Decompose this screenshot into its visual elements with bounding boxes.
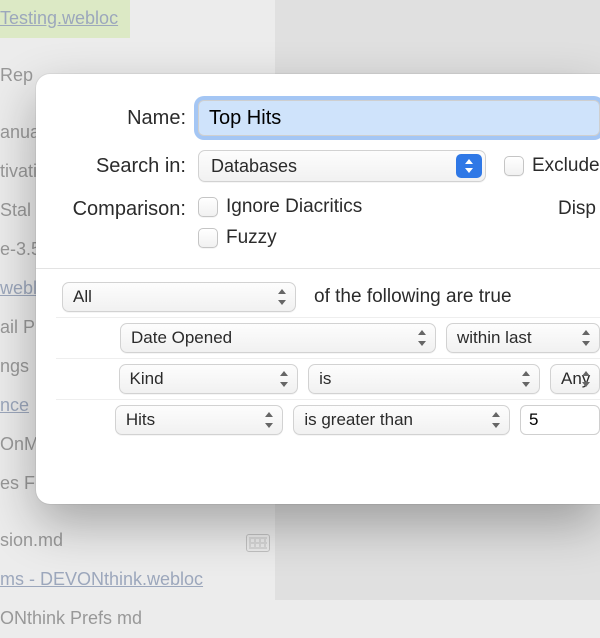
rule-row: Kind is Any: [56, 359, 600, 400]
rule-editor: All of the following are true Date Opene…: [56, 277, 600, 440]
keyboard-icon: [246, 534, 270, 552]
comparison-label: Comparison:: [56, 196, 198, 221]
rule-op-popup[interactable]: is: [308, 364, 540, 394]
rule-field-popup[interactable]: Date Opened: [120, 323, 436, 353]
display-label: Disp: [558, 196, 600, 220]
updown-icon: [521, 371, 531, 387]
rule-row: Date Opened within last: [56, 318, 600, 359]
name-label: Name:: [56, 107, 198, 130]
updown-icon: [277, 289, 287, 305]
ignore-diacritics-label: Ignore Diacritics: [226, 196, 362, 218]
checkbox-box-icon: [198, 228, 218, 248]
rule-op-popup[interactable]: is greater than: [293, 405, 510, 435]
updown-icon: [279, 371, 289, 387]
scope-value: All: [73, 287, 92, 307]
bg-file-item: sion.md: [0, 521, 275, 560]
rule-value-input[interactable]: [520, 405, 600, 435]
exclude-label: Exclude: [532, 155, 600, 177]
smart-group-dialog: Name: Search in: Databases Exclude Compa…: [36, 74, 600, 504]
scope-row: All of the following are true: [56, 277, 600, 318]
exclude-checkbox[interactable]: Exclude: [504, 155, 600, 177]
updown-icon: [264, 412, 274, 428]
rule-op-popup[interactable]: within last: [446, 323, 600, 353]
search-in-popup[interactable]: Databases: [198, 150, 486, 182]
updown-icon: [417, 330, 427, 346]
bg-file-item: Testing.webloc: [0, 0, 130, 38]
fuzzy-label: Fuzzy: [226, 227, 277, 249]
rule-row: Hits is greater than: [56, 400, 600, 440]
fuzzy-checkbox[interactable]: Fuzzy: [198, 227, 277, 249]
rule-field-popup[interactable]: Kind: [119, 364, 299, 394]
checkbox-box-icon: [198, 197, 218, 217]
rule-value-popup[interactable]: Any: [550, 364, 600, 394]
bg-file-item: ONthink Prefs md: [0, 599, 275, 638]
updown-icon: [491, 412, 501, 428]
scope-popup[interactable]: All: [62, 282, 296, 312]
updown-icon: [456, 154, 482, 178]
updown-icon: [581, 371, 591, 387]
search-in-value: Databases: [211, 156, 297, 177]
ignore-diacritics-checkbox[interactable]: Ignore Diacritics: [198, 196, 362, 218]
name-input[interactable]: [198, 100, 600, 136]
search-in-label: Search in:: [56, 155, 198, 178]
bg-file-item: ms - DEVONthink.webloc: [0, 560, 275, 599]
clause-label: of the following are true: [314, 286, 512, 308]
checkbox-box-icon: [504, 156, 524, 176]
updown-icon: [581, 330, 591, 346]
rule-field-popup[interactable]: Hits: [115, 405, 284, 435]
